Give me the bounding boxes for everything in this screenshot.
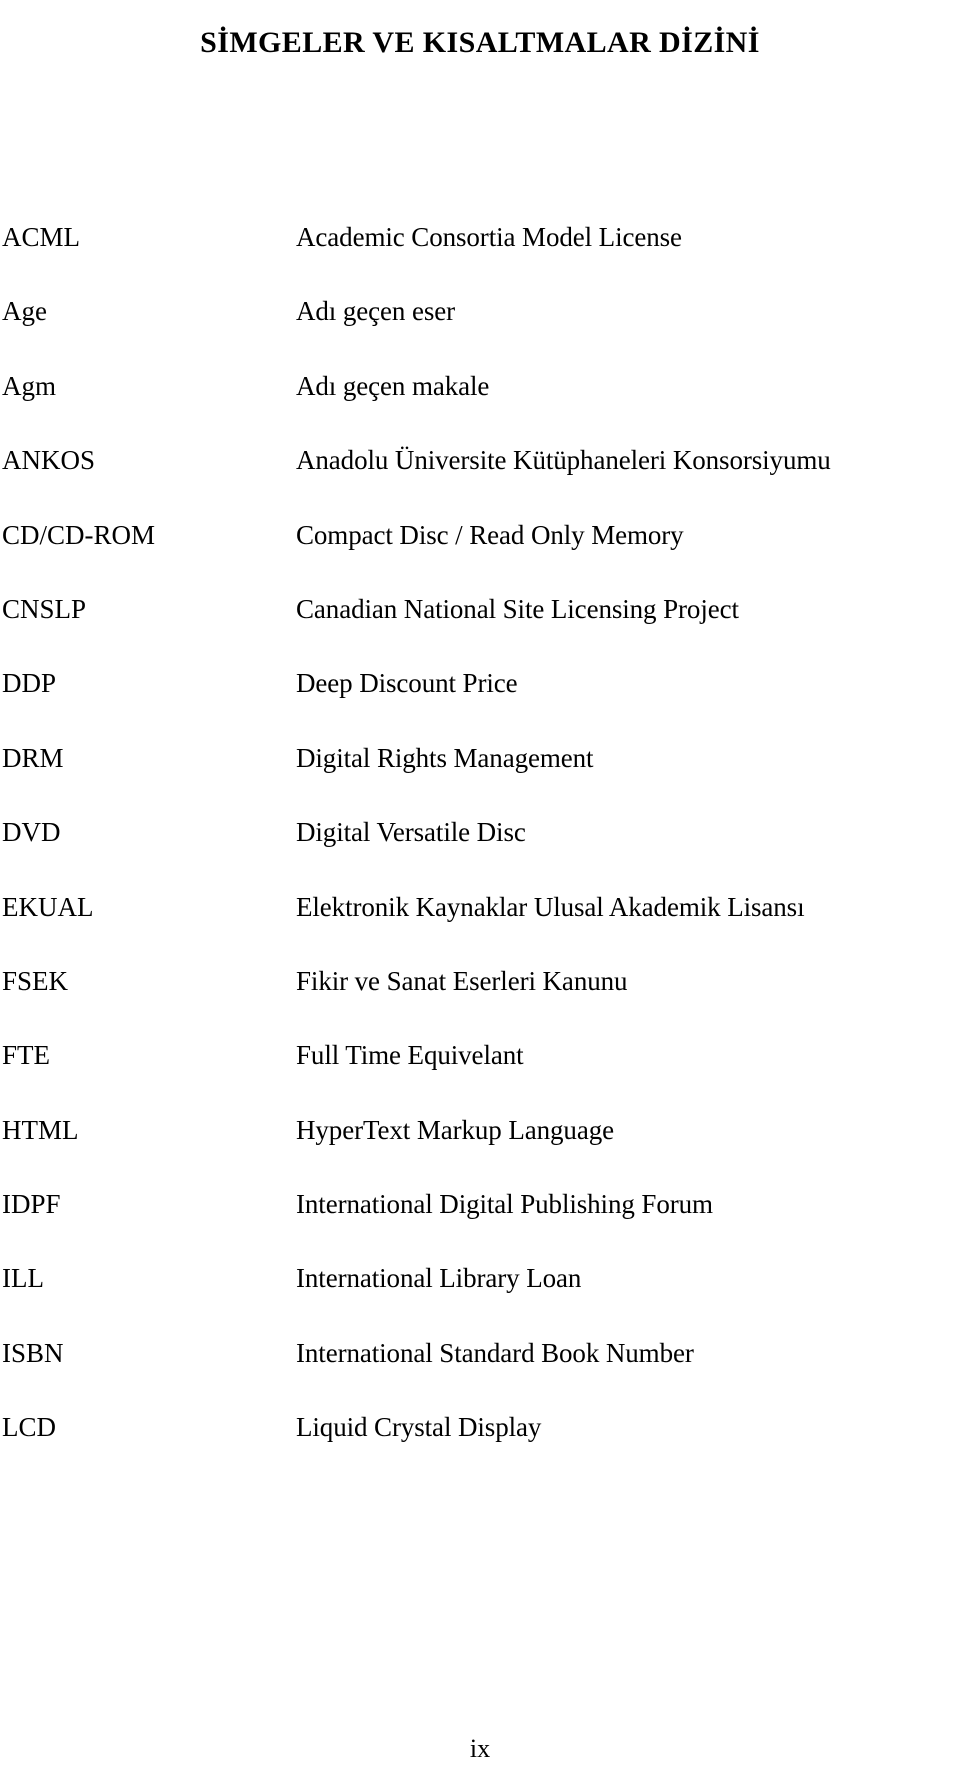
abbreviation-row: FTE Full Time Equivelant <box>0 1040 960 1114</box>
abbreviation-definition: Compact Disc / Read Only Memory <box>296 519 684 550</box>
abbreviation-row: ILL International Library Loan <box>0 1263 960 1337</box>
abbreviation-row: EKUAL Elektronik Kaynaklar Ulusal Akademi… <box>0 892 960 966</box>
abbreviation-definition: International Digital Publishing Forum <box>296 1189 713 1220</box>
abbreviation-row: DRM Digital Rights Management <box>0 743 960 817</box>
abbreviation-definition: Adı geçen makale <box>296 370 490 401</box>
abbreviation-term: DRM <box>2 742 64 773</box>
document-page: SİMGELER VE KISALTMALAR DİZİNİ ACML Acade… <box>0 0 960 1787</box>
abbreviation-term: LCD <box>2 1412 56 1443</box>
abbreviation-definition: Anadolu Üniversite Kütüphaneleri Konsors… <box>296 445 831 476</box>
abbreviation-row: FSEK Fikir ve Sanat Eserleri Kanunu <box>0 966 960 1040</box>
abbreviation-term: ANKOS <box>2 445 96 476</box>
abbreviation-list: ACML Academic Consortia Model License Age A… <box>0 222 960 1487</box>
abbreviation-row: CD/CD-ROM Compact Disc / Read Only Memory <box>0 520 960 594</box>
abbreviation-row: LCD Liquid Crystal Display <box>0 1412 960 1486</box>
abbreviation-row: Agm Adı geçen makale <box>0 371 960 445</box>
abbreviation-row: ISBN International Standard Book Number <box>0 1338 960 1412</box>
abbreviation-row: DVD Digital Versatile Disc <box>0 817 960 891</box>
abbreviation-term: CD/CD-ROM <box>2 519 156 550</box>
abbreviation-term: FSEK <box>2 965 69 996</box>
abbreviation-definition: Fikir ve Sanat Eserleri Kanunu <box>296 965 628 996</box>
abbreviation-term: Age <box>2 296 47 327</box>
abbreviation-row: DDP Deep Discount Price <box>0 668 960 742</box>
abbreviation-row: IDPF International Digital Publishing For… <box>0 1189 960 1263</box>
abbreviation-definition: International Standard Book Number <box>296 1337 694 1368</box>
abbreviation-term: HTML <box>2 1114 79 1145</box>
abbreviation-row: HTML HyperText Markup Language <box>0 1115 960 1189</box>
abbreviation-row: ANKOS Anadolu Üniversite Kütüphaneleri Ko… <box>0 445 960 519</box>
abbreviation-row: CNSLP Canadian National Site Licensing Pr… <box>0 594 960 668</box>
abbreviation-term: DVD <box>2 817 61 848</box>
abbreviation-definition: Digital Rights Management <box>296 742 594 773</box>
abbreviation-definition: Liquid Crystal Display <box>296 1412 542 1443</box>
abbreviation-definition: Academic Consortia Model License <box>296 222 682 252</box>
abbreviation-definition: Digital Versatile Disc <box>296 817 526 848</box>
abbreviation-row: ACML Academic Consortia Model License <box>0 222 960 296</box>
abbreviation-definition: Full Time Equivelant <box>296 1040 524 1071</box>
page-number: ix <box>469 1734 491 1763</box>
abbreviation-term: IDPF <box>2 1189 61 1220</box>
abbreviation-term: EKUAL <box>2 891 94 922</box>
abbreviation-definition: Elektronik Kaynaklar Ulusal Akademik Lis… <box>296 891 805 922</box>
abbreviation-term: ACML <box>2 222 81 252</box>
abbreviation-definition: Canadian National Site Licensing Project <box>296 593 739 624</box>
page-title: SİMGELER VE KISALTMALAR DİZİNİ <box>200 26 760 60</box>
abbreviation-row: Age Adı geçen eser <box>0 296 960 370</box>
abbreviation-term: ISBN <box>2 1337 64 1368</box>
abbreviation-definition: HyperText Markup Language <box>296 1114 614 1145</box>
abbreviation-term: DDP <box>2 668 57 699</box>
abbreviation-term: FTE <box>2 1040 51 1071</box>
abbreviation-definition: International Library Loan <box>296 1263 582 1294</box>
abbreviation-term: ILL <box>2 1263 44 1294</box>
abbreviation-definition: Adı geçen eser <box>296 296 456 327</box>
abbreviation-term: Agm <box>2 370 56 401</box>
abbreviation-definition: Deep Discount Price <box>296 668 518 699</box>
abbreviation-term: CNSLP <box>2 593 87 624</box>
